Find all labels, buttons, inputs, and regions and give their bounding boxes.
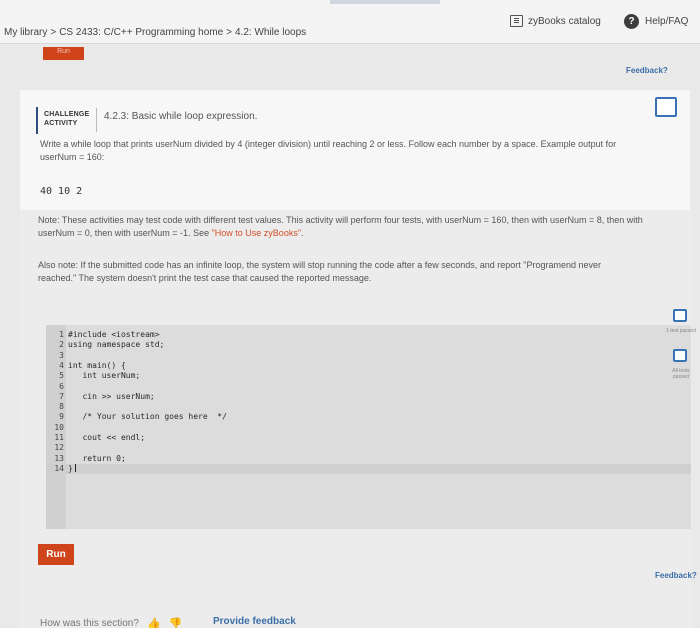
code-line[interactable]: 7 cin >> userNum; xyxy=(46,392,691,402)
thumbs-up-icon[interactable]: 👍 xyxy=(147,617,161,628)
note-text: Note: These activities may test code wit… xyxy=(38,215,643,238)
top-edge-element xyxy=(330,0,440,4)
code-line[interactable]: 11 cout << endl; xyxy=(46,433,691,443)
code-line[interactable]: 13 return 0; xyxy=(46,454,691,464)
code-line[interactable]: 14} xyxy=(46,463,691,474)
line-number: 4 xyxy=(59,360,64,370)
line-number: 7 xyxy=(59,391,64,401)
line-number: 13 xyxy=(54,453,64,463)
line-number: 3 xyxy=(59,350,64,360)
breadcrumb-separator: > xyxy=(226,27,232,38)
help-faq-link[interactable]: ? Help/FAQ xyxy=(624,14,688,29)
code-text[interactable]: return 0; xyxy=(68,454,125,464)
example-output: 40 10 2 xyxy=(40,186,83,197)
code-line[interactable]: 8 xyxy=(46,402,691,412)
line-number: 6 xyxy=(59,381,64,391)
code-line[interactable]: 1 #include <iostream> xyxy=(46,330,691,340)
catalog-book-icon xyxy=(510,15,523,27)
all-tests-checkbox xyxy=(673,349,687,362)
text-cursor xyxy=(74,464,76,473)
challenge-activity-tag: CHALLENGE ACTIVITY xyxy=(44,110,89,128)
section-rating: How was this section? 👍 👎 xyxy=(40,613,182,628)
line-number: 1 xyxy=(59,330,64,339)
code-line[interactable]: 12 xyxy=(46,443,691,453)
breadcrumb: My library > CS 2433: C/C++ Programming ho… xyxy=(4,27,306,38)
challenge-divider xyxy=(96,108,97,132)
code-text[interactable]: using namespace std; xyxy=(68,340,164,350)
code-line[interactable]: 5 int userNum; xyxy=(46,371,691,381)
line-number: 10 xyxy=(54,422,64,432)
code-line[interactable]: 9 /* Your solution goes here */ xyxy=(46,412,691,422)
note-end: . xyxy=(301,228,304,238)
breadcrumb-my-library[interactable]: My library xyxy=(4,27,47,38)
test-note: Note: These activities may test code wit… xyxy=(38,214,658,240)
code-text[interactable]: #include <iostream> xyxy=(68,330,160,340)
line-number: 5 xyxy=(59,371,64,381)
feedback-link-top[interactable]: Feedback? xyxy=(626,66,668,75)
previous-run-button[interactable]: Run xyxy=(43,47,84,60)
provide-feedback-link[interactable]: Provide feedback xyxy=(213,616,296,627)
help-question-icon: ? xyxy=(624,14,639,29)
code-text[interactable]: cin >> userNum; xyxy=(68,392,154,402)
line-number: 12 xyxy=(54,443,64,453)
breadcrumb-section[interactable]: 4.2: While loops xyxy=(235,27,306,38)
all-tests-label: All tests passed xyxy=(672,368,690,380)
line-number: 11 xyxy=(54,433,64,442)
code-line[interactable]: 3 xyxy=(46,351,691,361)
line-number: 2 xyxy=(59,340,64,350)
catalog-label: zyBooks catalog xyxy=(528,15,601,27)
code-line[interactable]: 2 using namespace std; xyxy=(46,340,691,350)
line-number: 8 xyxy=(59,402,64,412)
challenge-title: 4.2.3: Basic while loop expression. xyxy=(104,111,258,122)
line-number: 9 xyxy=(59,412,64,422)
code-text[interactable]: int main() { xyxy=(68,361,126,371)
code-text[interactable]: cout << endl; xyxy=(68,433,145,443)
run-button[interactable]: Run xyxy=(38,544,74,565)
challenge-tag-line2: ACTIVITY xyxy=(44,120,78,127)
breadcrumb-separator: > xyxy=(50,27,57,38)
zybooks-catalog-link[interactable]: zyBooks catalog xyxy=(510,15,601,27)
thumbs-down-icon[interactable]: 👎 xyxy=(169,617,183,628)
completion-checkbox xyxy=(655,97,677,117)
breadcrumb-course-home[interactable]: CS 2433: C/C++ Programming home xyxy=(59,27,223,38)
challenge-accent-bar xyxy=(36,107,38,134)
test1-label: 1 test passed xyxy=(666,328,696,334)
test1-checkbox xyxy=(673,309,687,322)
line-number: 14 xyxy=(54,463,64,473)
how-to-use-zybooks-link[interactable]: "How to Use zyBooks" xyxy=(212,228,301,238)
feedback-link-bottom[interactable]: Feedback? xyxy=(655,571,697,580)
code-line[interactable]: 4 int main() { xyxy=(46,361,691,371)
rating-question: How was this section? xyxy=(40,617,139,628)
challenge-instructions: Write a while loop that prints userNum d… xyxy=(40,139,617,162)
code-line[interactable]: 6 xyxy=(46,382,691,392)
challenge-tag-line1: CHALLENGE xyxy=(44,111,90,118)
code-line[interactable]: 10 xyxy=(46,423,691,433)
help-label: Help/FAQ xyxy=(645,16,689,27)
top-navigation-bar: My library > CS 2433: C/C++ Programming ho… xyxy=(0,0,700,44)
code-text[interactable]: /* Your solution goes here */ xyxy=(68,412,227,422)
code-text[interactable]: int userNum; xyxy=(68,371,140,381)
code-text[interactable]: } xyxy=(68,464,73,474)
infinite-loop-note: Also note: If the submitted code has an … xyxy=(38,260,602,283)
